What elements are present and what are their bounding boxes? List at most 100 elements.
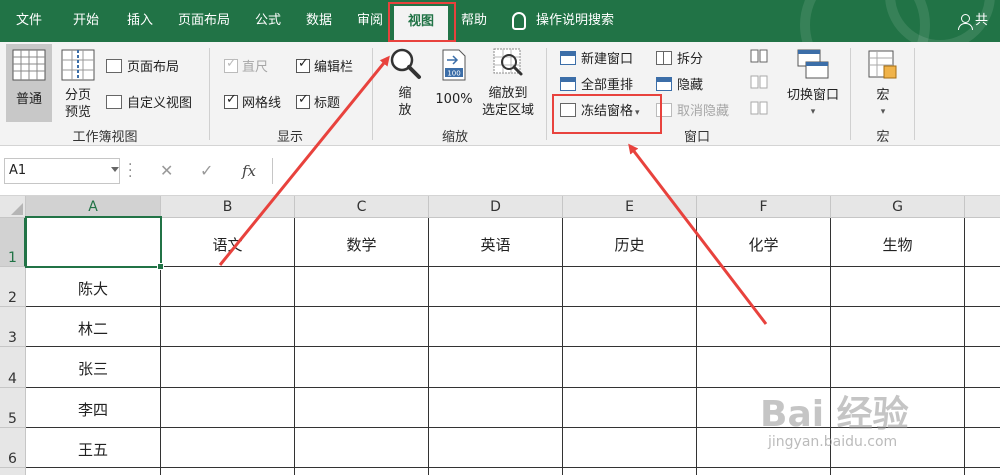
cell[interactable] bbox=[965, 388, 1000, 428]
insert-function-icon[interactable]: fx bbox=[242, 158, 256, 184]
zoom-100-button[interactable]: 100 100% bbox=[432, 44, 476, 122]
headings-checkbox[interactable]: 标题 bbox=[296, 92, 340, 111]
cell[interactable]: 李四 bbox=[26, 388, 161, 428]
cell[interactable] bbox=[563, 267, 697, 307]
cell[interactable]: 化学 bbox=[697, 218, 831, 267]
column-header-c[interactable]: C bbox=[295, 196, 429, 218]
cell[interactable] bbox=[697, 468, 831, 475]
cell[interactable] bbox=[429, 307, 563, 347]
page-break-preview-button[interactable]: 分页 预览 bbox=[56, 44, 100, 122]
cancel-icon[interactable]: ✕ bbox=[160, 158, 173, 184]
cell[interactable] bbox=[295, 388, 429, 428]
name-box[interactable]: A1 bbox=[4, 158, 120, 184]
cell[interactable] bbox=[429, 428, 563, 468]
row-header-3[interactable]: 3 bbox=[0, 307, 26, 347]
cell[interactable] bbox=[965, 267, 1000, 307]
cell[interactable] bbox=[563, 468, 697, 475]
cell[interactable] bbox=[429, 468, 563, 475]
tab-formulas[interactable]: 公式 bbox=[244, 0, 292, 42]
cell[interactable] bbox=[831, 347, 965, 388]
cell[interactable]: 生物 bbox=[831, 218, 965, 267]
tab-file[interactable]: 文件 bbox=[4, 0, 54, 42]
cell[interactable] bbox=[295, 267, 429, 307]
normal-view-button[interactable]: 普通 bbox=[6, 44, 52, 122]
cell[interactable] bbox=[697, 347, 831, 388]
column-header-h[interactable] bbox=[965, 196, 1000, 218]
row-header-5[interactable]: 5 bbox=[0, 388, 26, 428]
switch-windows-button[interactable]: 切换窗口 ▾ bbox=[782, 44, 844, 124]
cell[interactable] bbox=[295, 307, 429, 347]
cell[interactable] bbox=[563, 307, 697, 347]
hide-button[interactable]: 隐藏 bbox=[656, 74, 703, 93]
cell[interactable]: 历史 bbox=[563, 218, 697, 267]
cell[interactable] bbox=[831, 307, 965, 347]
unhide-button[interactable]: 取消隐藏 bbox=[656, 100, 729, 119]
cell[interactable] bbox=[697, 307, 831, 347]
cell[interactable] bbox=[965, 218, 1000, 267]
cell[interactable]: 王五 bbox=[26, 428, 161, 468]
zoom-button[interactable]: 缩 放 bbox=[384, 44, 426, 124]
cell[interactable]: 陈大 bbox=[26, 267, 161, 307]
cell[interactable] bbox=[161, 307, 295, 347]
row-header-7[interactable] bbox=[0, 468, 26, 475]
tab-review[interactable]: 审阅 bbox=[346, 0, 394, 42]
column-header-d[interactable]: D bbox=[429, 196, 563, 218]
tab-data[interactable]: 数据 bbox=[294, 0, 344, 42]
select-all-button[interactable] bbox=[0, 196, 26, 218]
cell[interactable] bbox=[295, 347, 429, 388]
cell[interactable] bbox=[161, 428, 295, 468]
ruler-checkbox[interactable]: 直尺 bbox=[224, 56, 268, 75]
split-button[interactable]: 拆分 bbox=[656, 48, 703, 67]
column-header-a[interactable]: A bbox=[26, 196, 161, 218]
cell[interactable] bbox=[965, 468, 1000, 475]
cell[interactable] bbox=[161, 267, 295, 307]
cell[interactable] bbox=[697, 267, 831, 307]
tab-page-layout[interactable]: 页面布局 bbox=[166, 0, 242, 42]
active-cell-a1[interactable] bbox=[25, 216, 164, 270]
gridlines-checkbox[interactable]: 网格线 bbox=[224, 92, 281, 111]
column-header-g[interactable]: G bbox=[831, 196, 965, 218]
share-button[interactable]: 共享 bbox=[958, 0, 1000, 42]
column-header-b[interactable]: B bbox=[161, 196, 295, 218]
arrange-all-button[interactable]: 全部重排 bbox=[560, 74, 633, 93]
cell[interactable] bbox=[831, 267, 965, 307]
reset-window-position-button[interactable] bbox=[750, 100, 768, 120]
formula-bar-checkbox[interactable]: 编辑栏 bbox=[296, 56, 353, 75]
tab-help[interactable]: 帮助 bbox=[452, 0, 496, 42]
row-header-1[interactable]: 1 bbox=[0, 218, 26, 267]
tab-home[interactable]: 开始 bbox=[58, 0, 114, 42]
tell-me-search[interactable]: 操作说明搜索 bbox=[512, 0, 614, 42]
page-layout-view-button[interactable]: 页面布局 bbox=[106, 56, 179, 75]
cell[interactable] bbox=[429, 347, 563, 388]
cell[interactable] bbox=[295, 468, 429, 475]
zoom-to-selection-button[interactable]: 缩放到 选定区域 bbox=[478, 44, 538, 124]
cell[interactable] bbox=[563, 388, 697, 428]
row-header-4[interactable]: 4 bbox=[0, 347, 26, 388]
cell[interactable] bbox=[161, 468, 295, 475]
cell[interactable] bbox=[965, 307, 1000, 347]
column-header-f[interactable]: F bbox=[697, 196, 831, 218]
enter-check-icon[interactable]: ✓ bbox=[200, 158, 213, 184]
cell[interactable] bbox=[563, 428, 697, 468]
view-side-by-side-button[interactable] bbox=[750, 48, 768, 68]
tab-insert[interactable]: 插入 bbox=[114, 0, 166, 42]
cell[interactable] bbox=[965, 347, 1000, 388]
cell[interactable]: 数学 bbox=[295, 218, 429, 267]
cell[interactable]: 语文 bbox=[161, 218, 295, 267]
custom-views-button[interactable]: 自定义视图 bbox=[106, 92, 192, 111]
cell[interactable] bbox=[563, 347, 697, 388]
column-header-e[interactable]: E bbox=[563, 196, 697, 218]
cell[interactable] bbox=[831, 468, 965, 475]
cell[interactable]: 张三 bbox=[26, 347, 161, 388]
cell[interactable]: 林二 bbox=[26, 307, 161, 347]
row-header-2[interactable]: 2 bbox=[0, 267, 26, 307]
macros-button[interactable]: 宏 ▾ bbox=[860, 44, 906, 124]
cell[interactable] bbox=[429, 267, 563, 307]
cell[interactable] bbox=[161, 347, 295, 388]
synchronous-scrolling-button[interactable] bbox=[750, 74, 768, 94]
cell[interactable]: 英语 bbox=[429, 218, 563, 267]
new-window-button[interactable]: 新建窗口 bbox=[560, 48, 633, 67]
cell[interactable] bbox=[26, 468, 161, 475]
cell[interactable] bbox=[161, 388, 295, 428]
formula-input[interactable] bbox=[272, 158, 1000, 184]
